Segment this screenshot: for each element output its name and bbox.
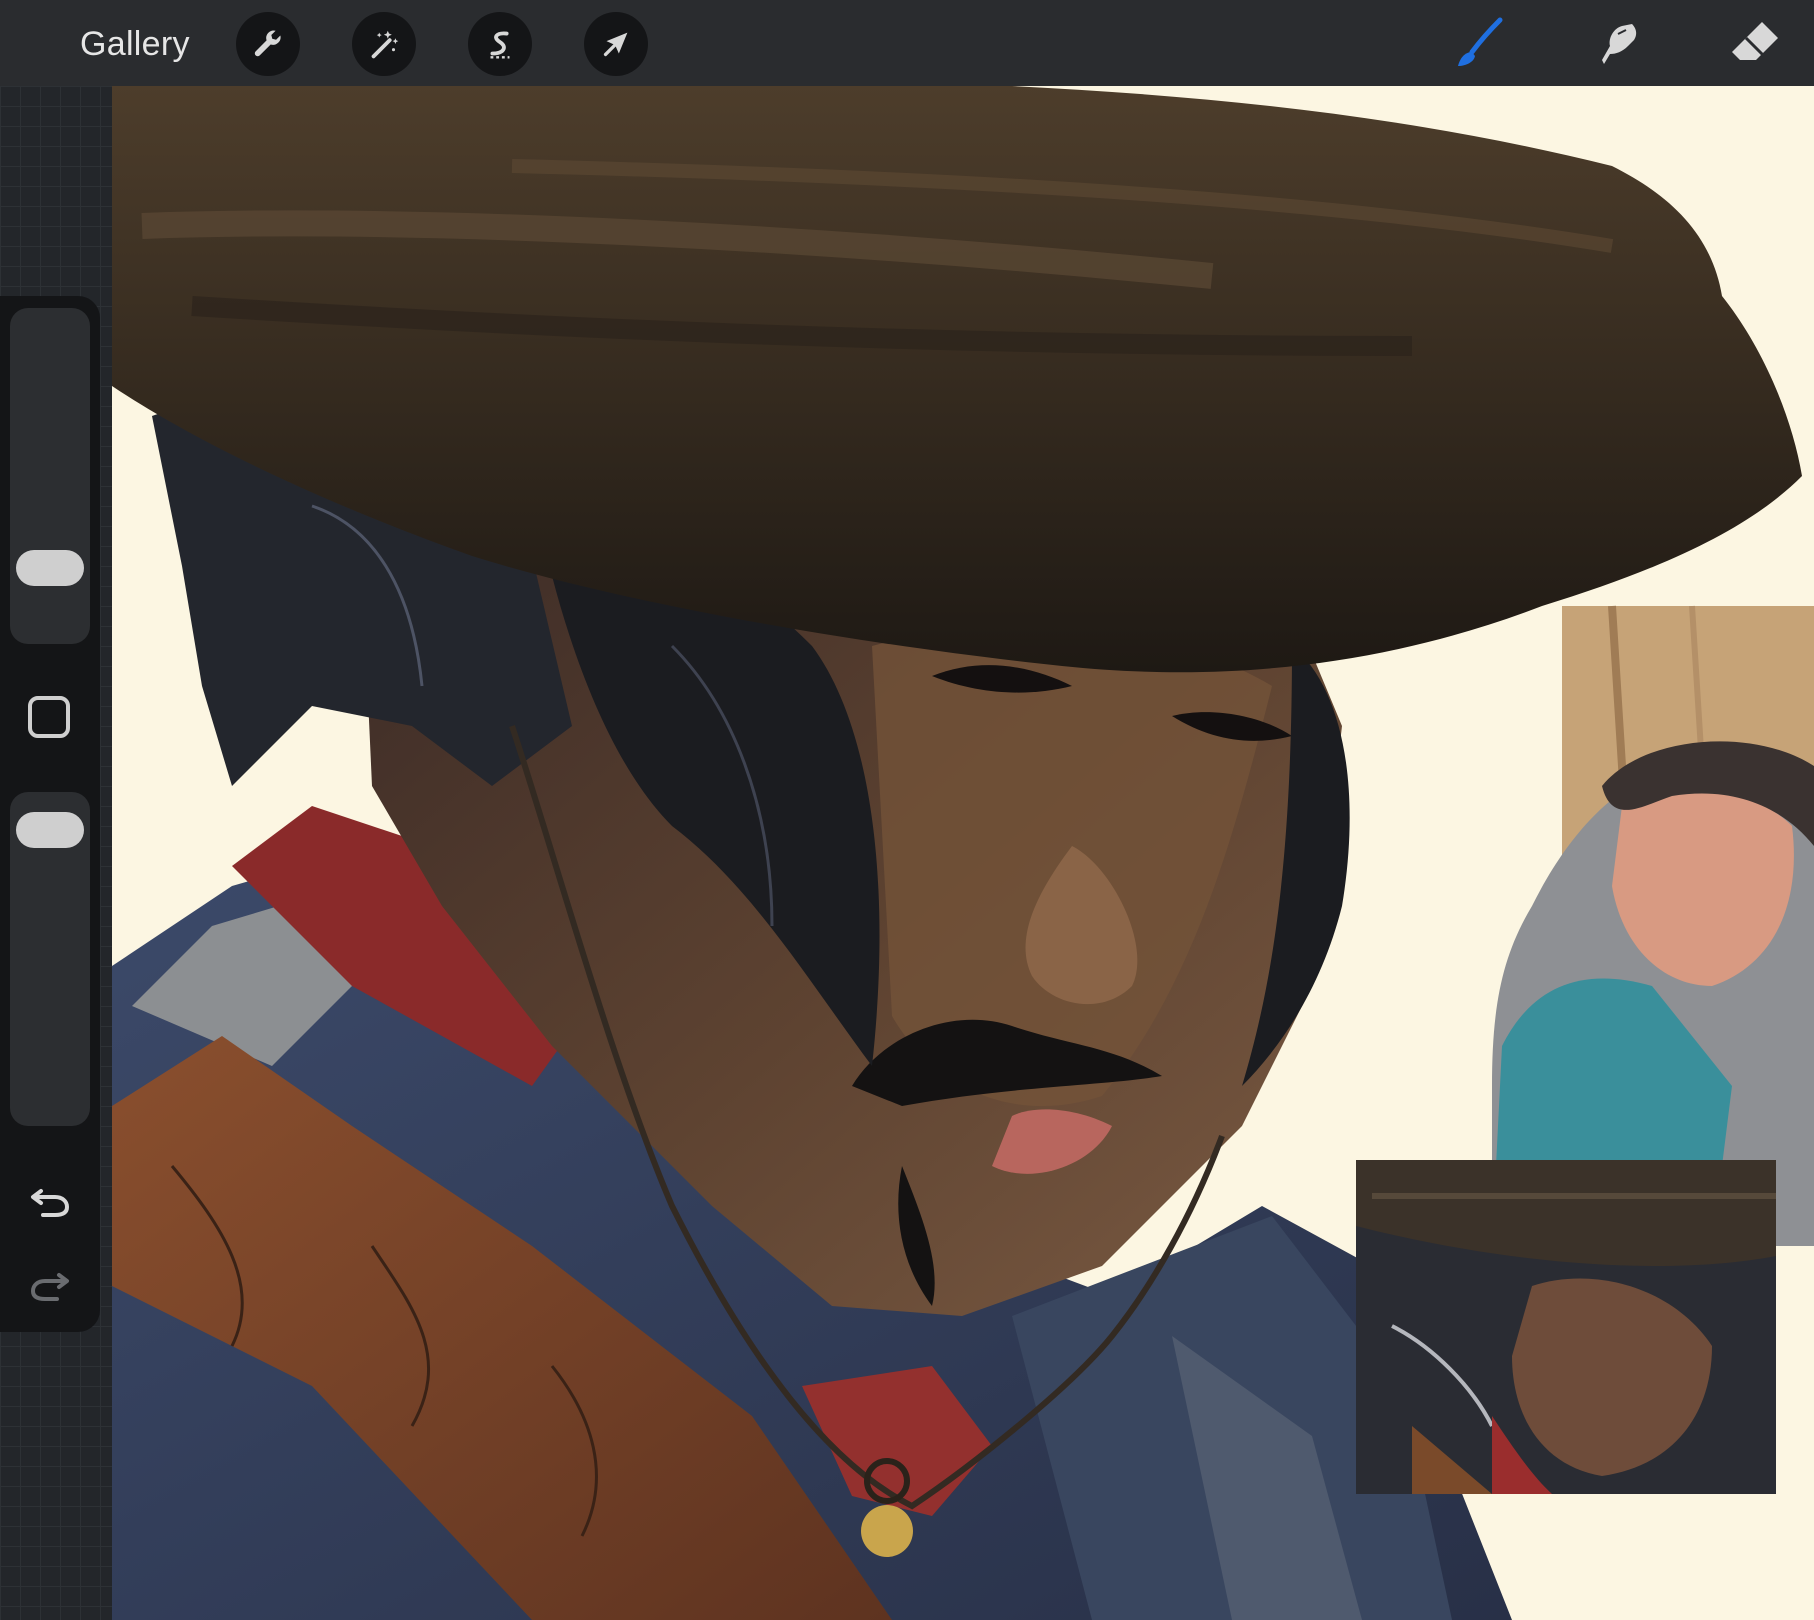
gallery-button[interactable]: Gallery bbox=[80, 22, 190, 66]
top-toolbar: Gallery bbox=[0, 0, 1814, 86]
brush-opacity-thumb[interactable] bbox=[16, 812, 84, 849]
redo-arrow-icon bbox=[30, 1273, 69, 1301]
undo-button[interactable] bbox=[24, 1174, 76, 1226]
smudge-icon bbox=[1602, 24, 1637, 64]
brush-size-thumb[interactable] bbox=[16, 550, 84, 587]
brush-icon bbox=[1458, 17, 1503, 66]
eraser-tool-button[interactable] bbox=[1722, 12, 1786, 76]
selection-s-icon[interactable] bbox=[468, 12, 532, 76]
brush-opacity-slider[interactable] bbox=[10, 792, 90, 1126]
brush-sidebar bbox=[0, 296, 100, 1332]
undo-arrow-icon bbox=[31, 1189, 70, 1217]
reference-image-woman bbox=[1492, 605, 1814, 1247]
selection-icon bbox=[490, 31, 510, 59]
cursor-arrow-icon bbox=[603, 32, 628, 57]
eraser-icon bbox=[1732, 22, 1778, 60]
strap-bead-shape bbox=[861, 1505, 913, 1557]
drawing-canvas[interactable] bbox=[112, 86, 1814, 1620]
adjustments-magic-wand-icon[interactable] bbox=[352, 12, 416, 76]
brush-tool-button[interactable] bbox=[1446, 12, 1510, 76]
transform-arrow-icon[interactable] bbox=[584, 12, 648, 76]
magic-wand-icon bbox=[371, 30, 399, 59]
redo-button[interactable] bbox=[24, 1258, 76, 1310]
actions-wrench-icon[interactable] bbox=[236, 12, 300, 76]
wrench-icon bbox=[254, 30, 281, 57]
reference-image-cowboy bbox=[1356, 1160, 1776, 1494]
square-icon[interactable] bbox=[28, 696, 70, 738]
painting-artwork bbox=[112, 86, 1814, 1620]
brush-size-slider[interactable] bbox=[10, 308, 90, 644]
smudge-tool-button[interactable] bbox=[1584, 12, 1648, 76]
